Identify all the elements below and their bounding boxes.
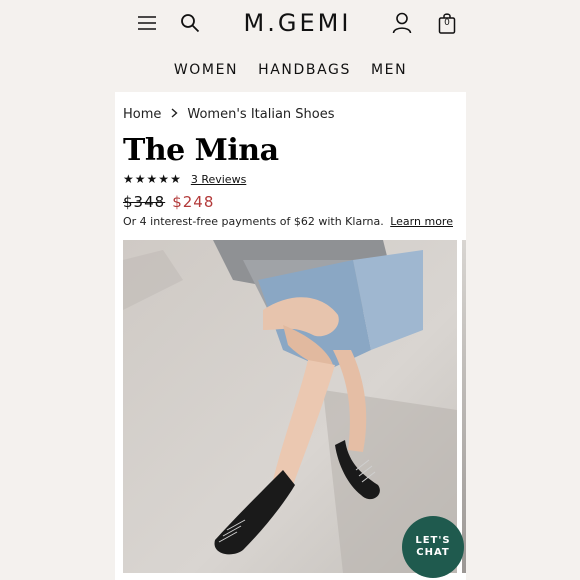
menu-icon[interactable]	[135, 12, 159, 34]
cart-icon[interactable]: 0	[435, 10, 459, 36]
star-icon: ★	[146, 172, 158, 186]
chevron-right-icon	[171, 106, 178, 122]
product-title: The Mina	[123, 133, 279, 168]
breadcrumb-home[interactable]: Home	[123, 107, 161, 122]
app-frame: M.GEMI 0 WOMEN HANDBAGS MEN Home Women's…	[115, 0, 466, 580]
star-icon: ★	[170, 172, 181, 186]
learn-more-link[interactable]: Learn more	[390, 215, 453, 228]
chat-button[interactable]: LET'S CHAT	[402, 516, 464, 578]
cart-count: 0	[444, 18, 450, 28]
logo[interactable]: M.GEMI	[230, 8, 365, 38]
reviews-link[interactable]: 3 Reviews	[191, 173, 246, 186]
star-rating: ★ ★ ★ ★ ★	[123, 171, 181, 187]
price-block: $348 $248	[123, 193, 214, 211]
star-icon: ★	[123, 172, 134, 186]
breadcrumb-current[interactable]: Women's Italian Shoes	[187, 107, 334, 122]
klarna-message: Or 4 interest-free payments of $62 with …	[123, 215, 453, 228]
nav-men[interactable]: MEN	[371, 58, 407, 82]
nav-handbags[interactable]: HANDBAGS	[258, 58, 351, 82]
breadcrumb: Home Women's Italian Shoes	[123, 104, 335, 124]
next-image-peek[interactable]	[462, 240, 466, 573]
star-icon: ★	[158, 172, 170, 186]
star-icon: ★	[134, 172, 146, 186]
nav-women[interactable]: WOMEN	[174, 58, 238, 82]
sale-price: $248	[172, 193, 215, 211]
product-rating: ★ ★ ★ ★ ★ 3 Reviews	[123, 171, 246, 187]
account-icon[interactable]	[390, 10, 414, 36]
chat-line-1: LET'S	[415, 535, 451, 546]
chat-line-2: CHAT	[416, 547, 450, 558]
original-price: $348	[123, 193, 166, 211]
product-image[interactable]	[123, 240, 457, 573]
klarna-text: Or 4 interest-free payments of $62 with …	[123, 215, 384, 228]
main-nav: WOMEN HANDBAGS MEN	[115, 58, 466, 82]
header: M.GEMI 0 WOMEN HANDBAGS MEN	[115, 0, 466, 92]
search-icon[interactable]	[178, 11, 202, 35]
